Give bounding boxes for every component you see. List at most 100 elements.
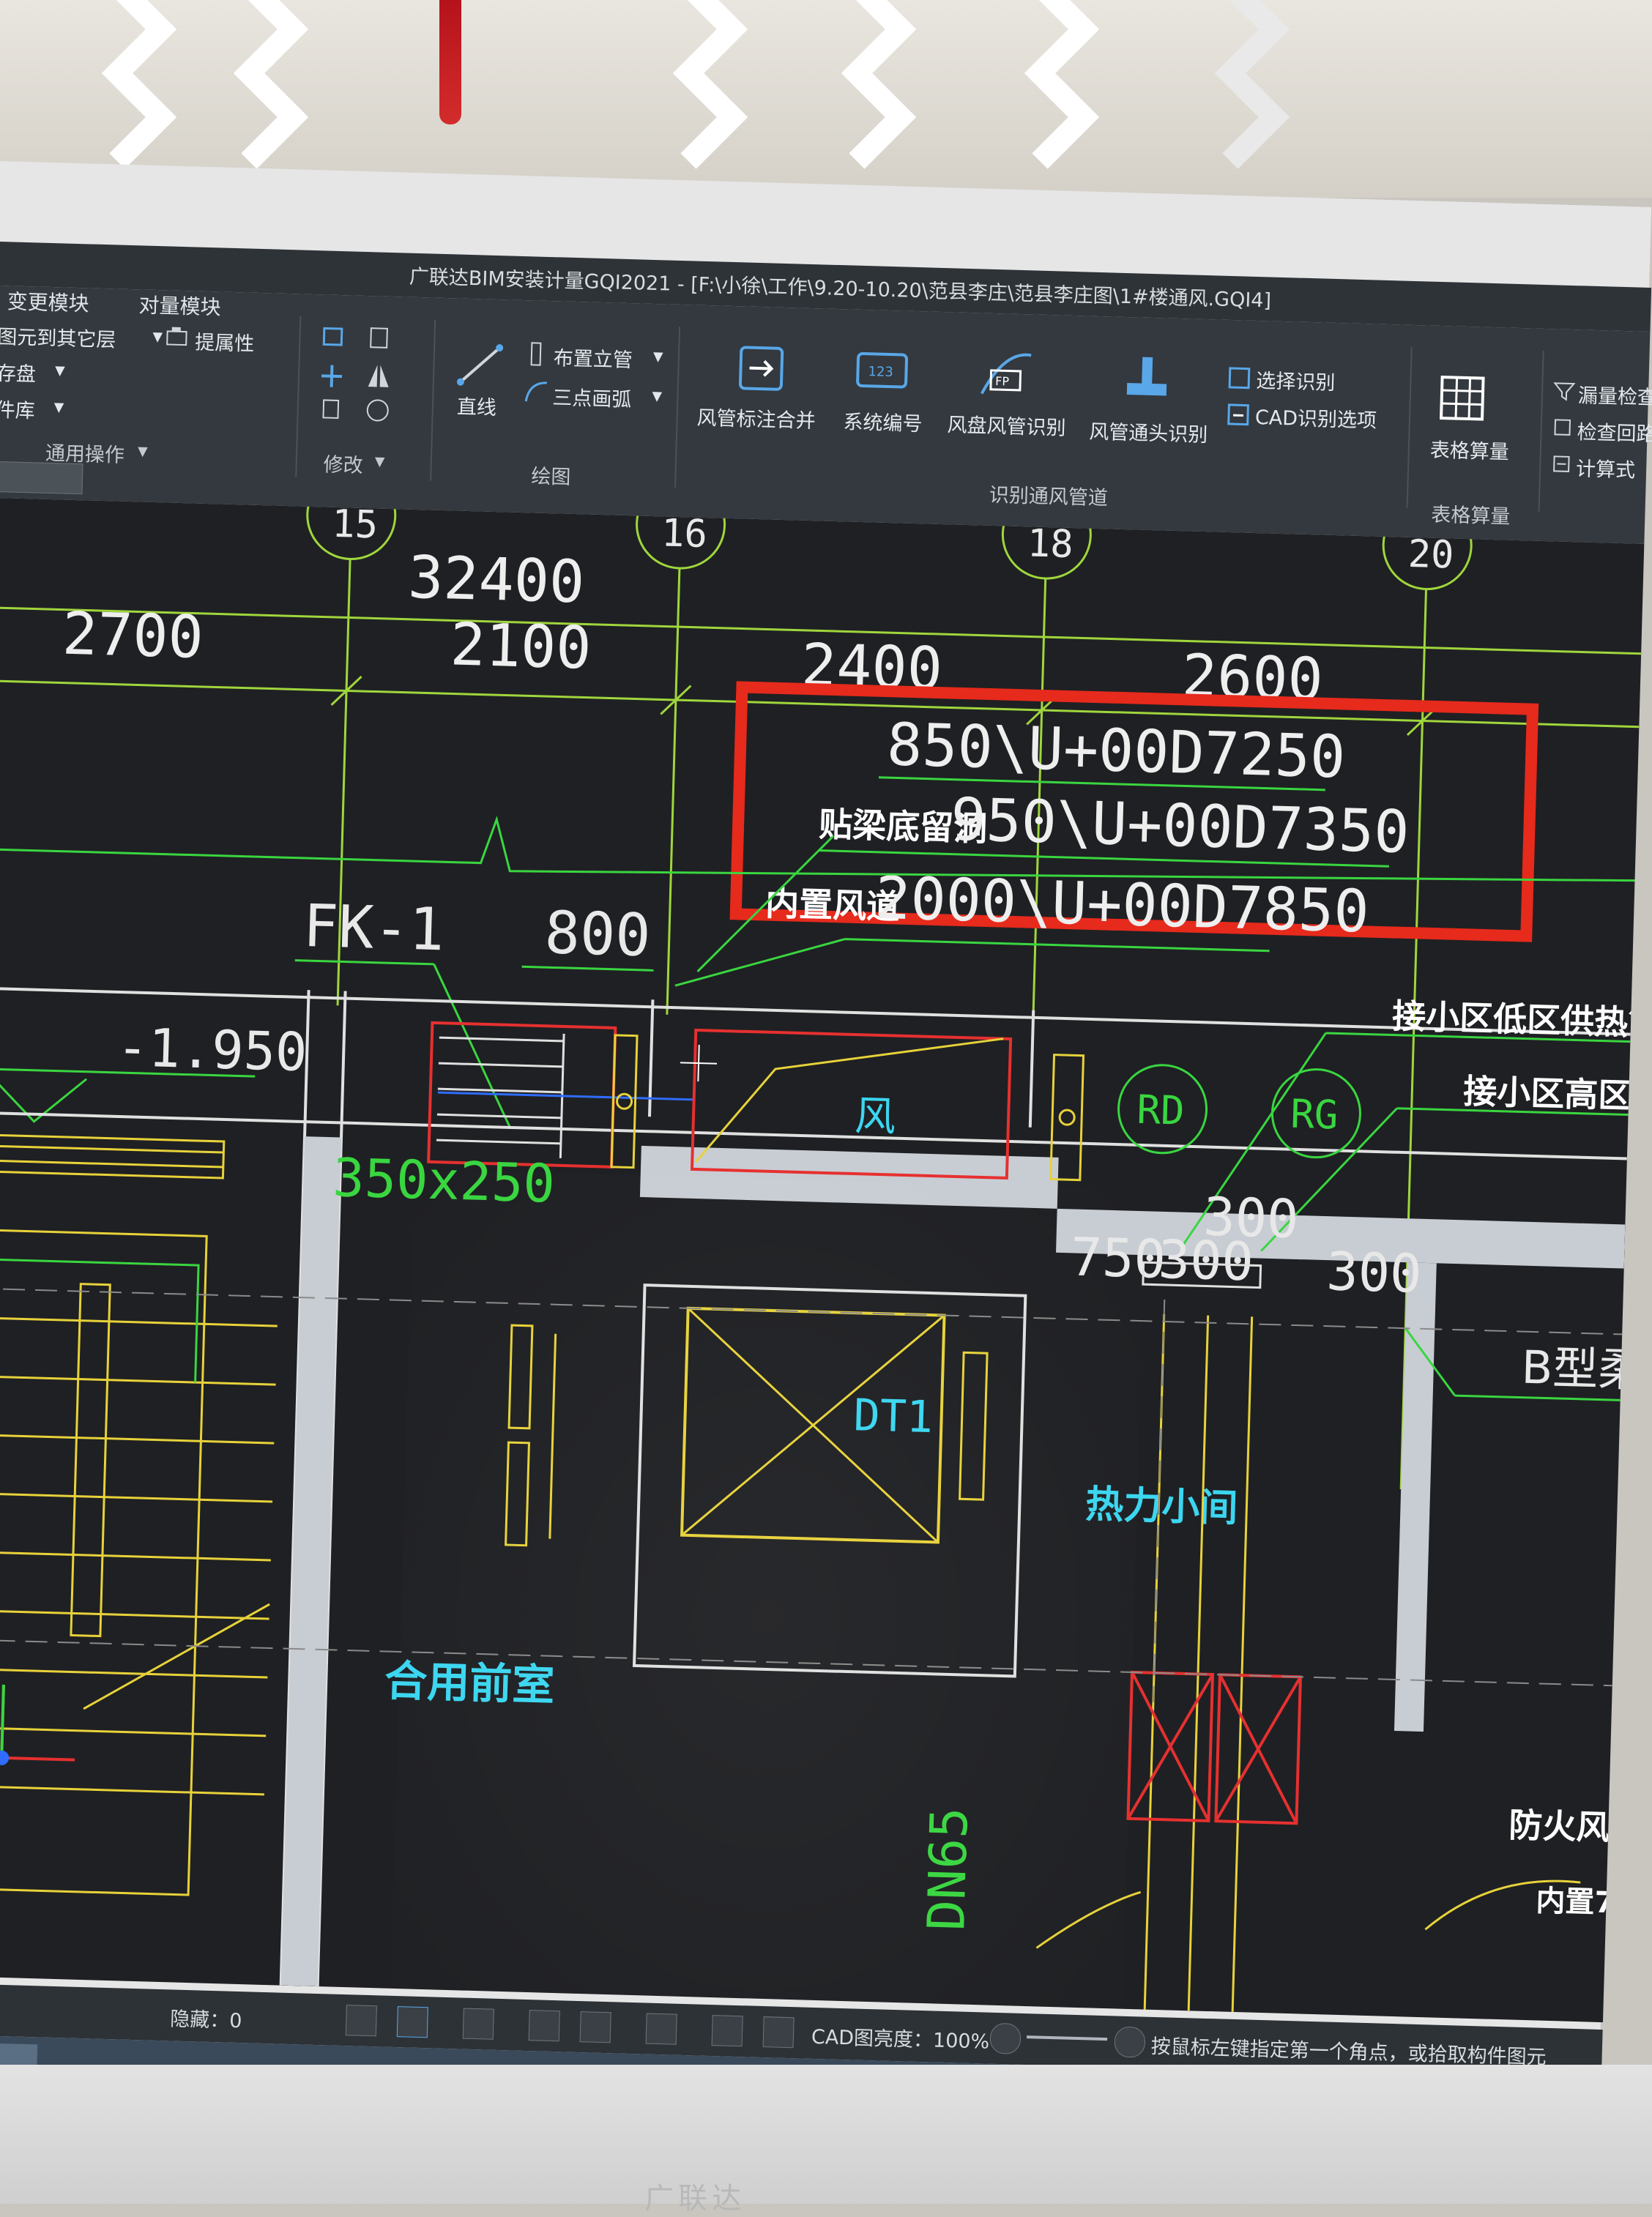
shared-lobby-label: 合用前室 (384, 1655, 555, 1710)
curtain-decor (659, 0, 769, 198)
fk1-label: FK-1 (302, 892, 445, 964)
duct-size-label: 350x250 (332, 1147, 556, 1214)
modify-group-label[interactable]: 修改 (323, 448, 363, 477)
riser-button[interactable]: 布置立管 (553, 342, 633, 373)
cad-brightness: CAD图亮度：100% (811, 2021, 989, 2054)
zoom-out-icon[interactable] (989, 2023, 1021, 2054)
merge-label-icon[interactable] (736, 343, 789, 395)
fire-damper-label: 防火风口3 (1508, 1805, 1645, 1849)
filter-icon[interactable] (1553, 380, 1576, 403)
system-number-icon[interactable]: 123 (855, 349, 912, 395)
duct-fitting-recognize-button[interactable]: 风管通头识别 (1089, 416, 1208, 448)
pipe-dn-label: DN65 (916, 1806, 980, 1931)
dim-300-mid: 300 (1158, 1229, 1254, 1293)
select-recognize-button[interactable]: 选择识别 (1256, 365, 1336, 395)
command-hint: 按鼠标左键指定第一个角点，或拾取构件图元 (1150, 2030, 1547, 2070)
monitor-brand: 广联达 (644, 2175, 745, 2217)
line-button[interactable]: 直线 (456, 391, 496, 420)
floor-select[interactable] (0, 461, 83, 494)
formula-button[interactable]: 计算式 (1576, 452, 1636, 482)
copy-to-floor-button[interactable]: 图元到其它层 (0, 321, 116, 353)
ribbon-separator (430, 320, 436, 481)
curtain-decor (1201, 0, 1311, 198)
axis-mark-18: 18 (1027, 521, 1074, 567)
hidden-count: 隐藏：0 (170, 2002, 242, 2033)
dim-800: 800 (544, 898, 652, 969)
fcu-duct-icon[interactable]: FP (977, 349, 1037, 402)
select-box-toggle-icon[interactable] (397, 2006, 428, 2038)
heat-room-label: 热力小间 (1085, 1483, 1239, 1531)
modify-icons[interactable] (317, 324, 415, 436)
fan-label: 风 (854, 1092, 896, 1141)
cad-drawing: 15 16 18 20 32400 2700 2100 2400 2600 (0, 498, 1644, 2022)
high-zone-label: 接小区高区供热 (1463, 1071, 1645, 1117)
ribbon-separator (674, 327, 680, 488)
rd-label: RD (1136, 1087, 1186, 1134)
dropdown-arrow-icon[interactable]: ▾ (53, 395, 64, 418)
ortho-toggle-icon[interactable] (346, 2005, 377, 2036)
arc-icon[interactable] (523, 379, 550, 405)
extract-attr-button[interactable]: 提属性 (195, 326, 255, 356)
svg-text:123: 123 (868, 364, 893, 380)
curtain-decor (1011, 0, 1120, 198)
dim-total: 32400 (407, 543, 585, 616)
table-calc-icon[interactable] (1438, 374, 1491, 427)
extract-attr-icon[interactable] (164, 325, 190, 348)
dropdown-arrow-icon[interactable]: ▾ (152, 325, 163, 348)
zoom-in-icon[interactable] (1114, 2026, 1145, 2057)
opening-note-2: 950\U+00D7350 (950, 786, 1410, 866)
fcu-duct-recognize-button[interactable]: 风盘风管识别 (947, 409, 1066, 441)
system-number-button[interactable]: 系统编号 (843, 406, 923, 436)
layer-toggle-icon[interactable] (712, 2015, 743, 2046)
save-item-button[interactable]: 存盘 (0, 357, 37, 387)
tab-change-module[interactable]: 变更模块 (7, 286, 89, 317)
riser-icon[interactable] (526, 341, 547, 367)
check-loop-button[interactable]: 检查回路 (1577, 416, 1652, 447)
dropdown-arrow-icon[interactable]: ▾ (653, 345, 663, 368)
cross-toggle-icon[interactable] (529, 2010, 560, 2041)
ribbon-separator (295, 316, 301, 477)
loop-check-icon[interactable] (1552, 417, 1574, 439)
dim-2700: 2700 (62, 600, 204, 671)
tab-compare-module[interactable]: 对量模块 (138, 289, 221, 321)
dropdown-arrow-icon[interactable]: ▾ (374, 450, 384, 472)
duct-fitting-icon[interactable] (1117, 354, 1177, 406)
draw-group-label[interactable]: 绘图 (531, 460, 571, 489)
ribbon-separator (1407, 347, 1413, 508)
curtain-decor (827, 0, 937, 198)
angle-toggle-icon[interactable] (580, 2011, 611, 2043)
red-tassel (439, 0, 461, 124)
cad-recognize-options-button[interactable]: CAD识别选项 (1254, 401, 1377, 433)
dropdown-arrow-icon[interactable]: ▾ (652, 384, 662, 407)
table-group-label: 表格算量 (1431, 499, 1511, 529)
svg-text:FP: FP (995, 374, 1010, 389)
select-recognize-icon[interactable] (1227, 365, 1252, 391)
line-icon[interactable] (456, 342, 505, 387)
leak-check-button[interactable]: 漏量检查 (1577, 379, 1652, 410)
monitor-bottom-bezel: 广联达 (0, 2065, 1652, 2204)
rg-label: RG (1290, 1091, 1339, 1139)
axis-mark-15: 15 (332, 502, 379, 548)
table-calc-button[interactable]: 表格算量 (1429, 434, 1509, 465)
brightness-slider[interactable] (1027, 2035, 1107, 2041)
3d-view-toggle-icon[interactable] (463, 2008, 494, 2040)
dropdown-arrow-icon[interactable]: ▾ (138, 439, 148, 462)
cad-drawing-canvas[interactable]: 15 16 18 20 32400 2700 2100 2400 2600 (0, 498, 1644, 2022)
monitor-screen: 广联达BIM安装计量GQI2021 - [F:\小徐\工作\9.20-10.20… (0, 242, 1651, 2147)
component-lib-button[interactable]: 件库 (0, 394, 35, 423)
builtin-label: 内置7 (1536, 1884, 1615, 1920)
dropdown-arrow-icon[interactable]: ▾ (55, 359, 65, 381)
formula-icon[interactable] (1551, 453, 1574, 476)
dim-750: 750 (1070, 1226, 1167, 1290)
duct-label-merge-button[interactable]: 风管标注合并 (696, 402, 816, 434)
recognize-group-label: 识别通风管道 (989, 479, 1108, 511)
elevator-dt1-label: DT1 (853, 1390, 934, 1443)
arc-button[interactable]: 三点画弧 (552, 381, 632, 412)
ribbon-separator (1538, 351, 1544, 512)
dim-2100: 2100 (450, 610, 592, 682)
axis-mark-16: 16 (661, 511, 707, 556)
snap-toggle-icon[interactable] (646, 2013, 677, 2045)
axis-mark-20: 20 (1407, 532, 1454, 578)
cad-options-icon[interactable] (1226, 402, 1251, 428)
arc-toggle-icon[interactable] (763, 2016, 795, 2048)
